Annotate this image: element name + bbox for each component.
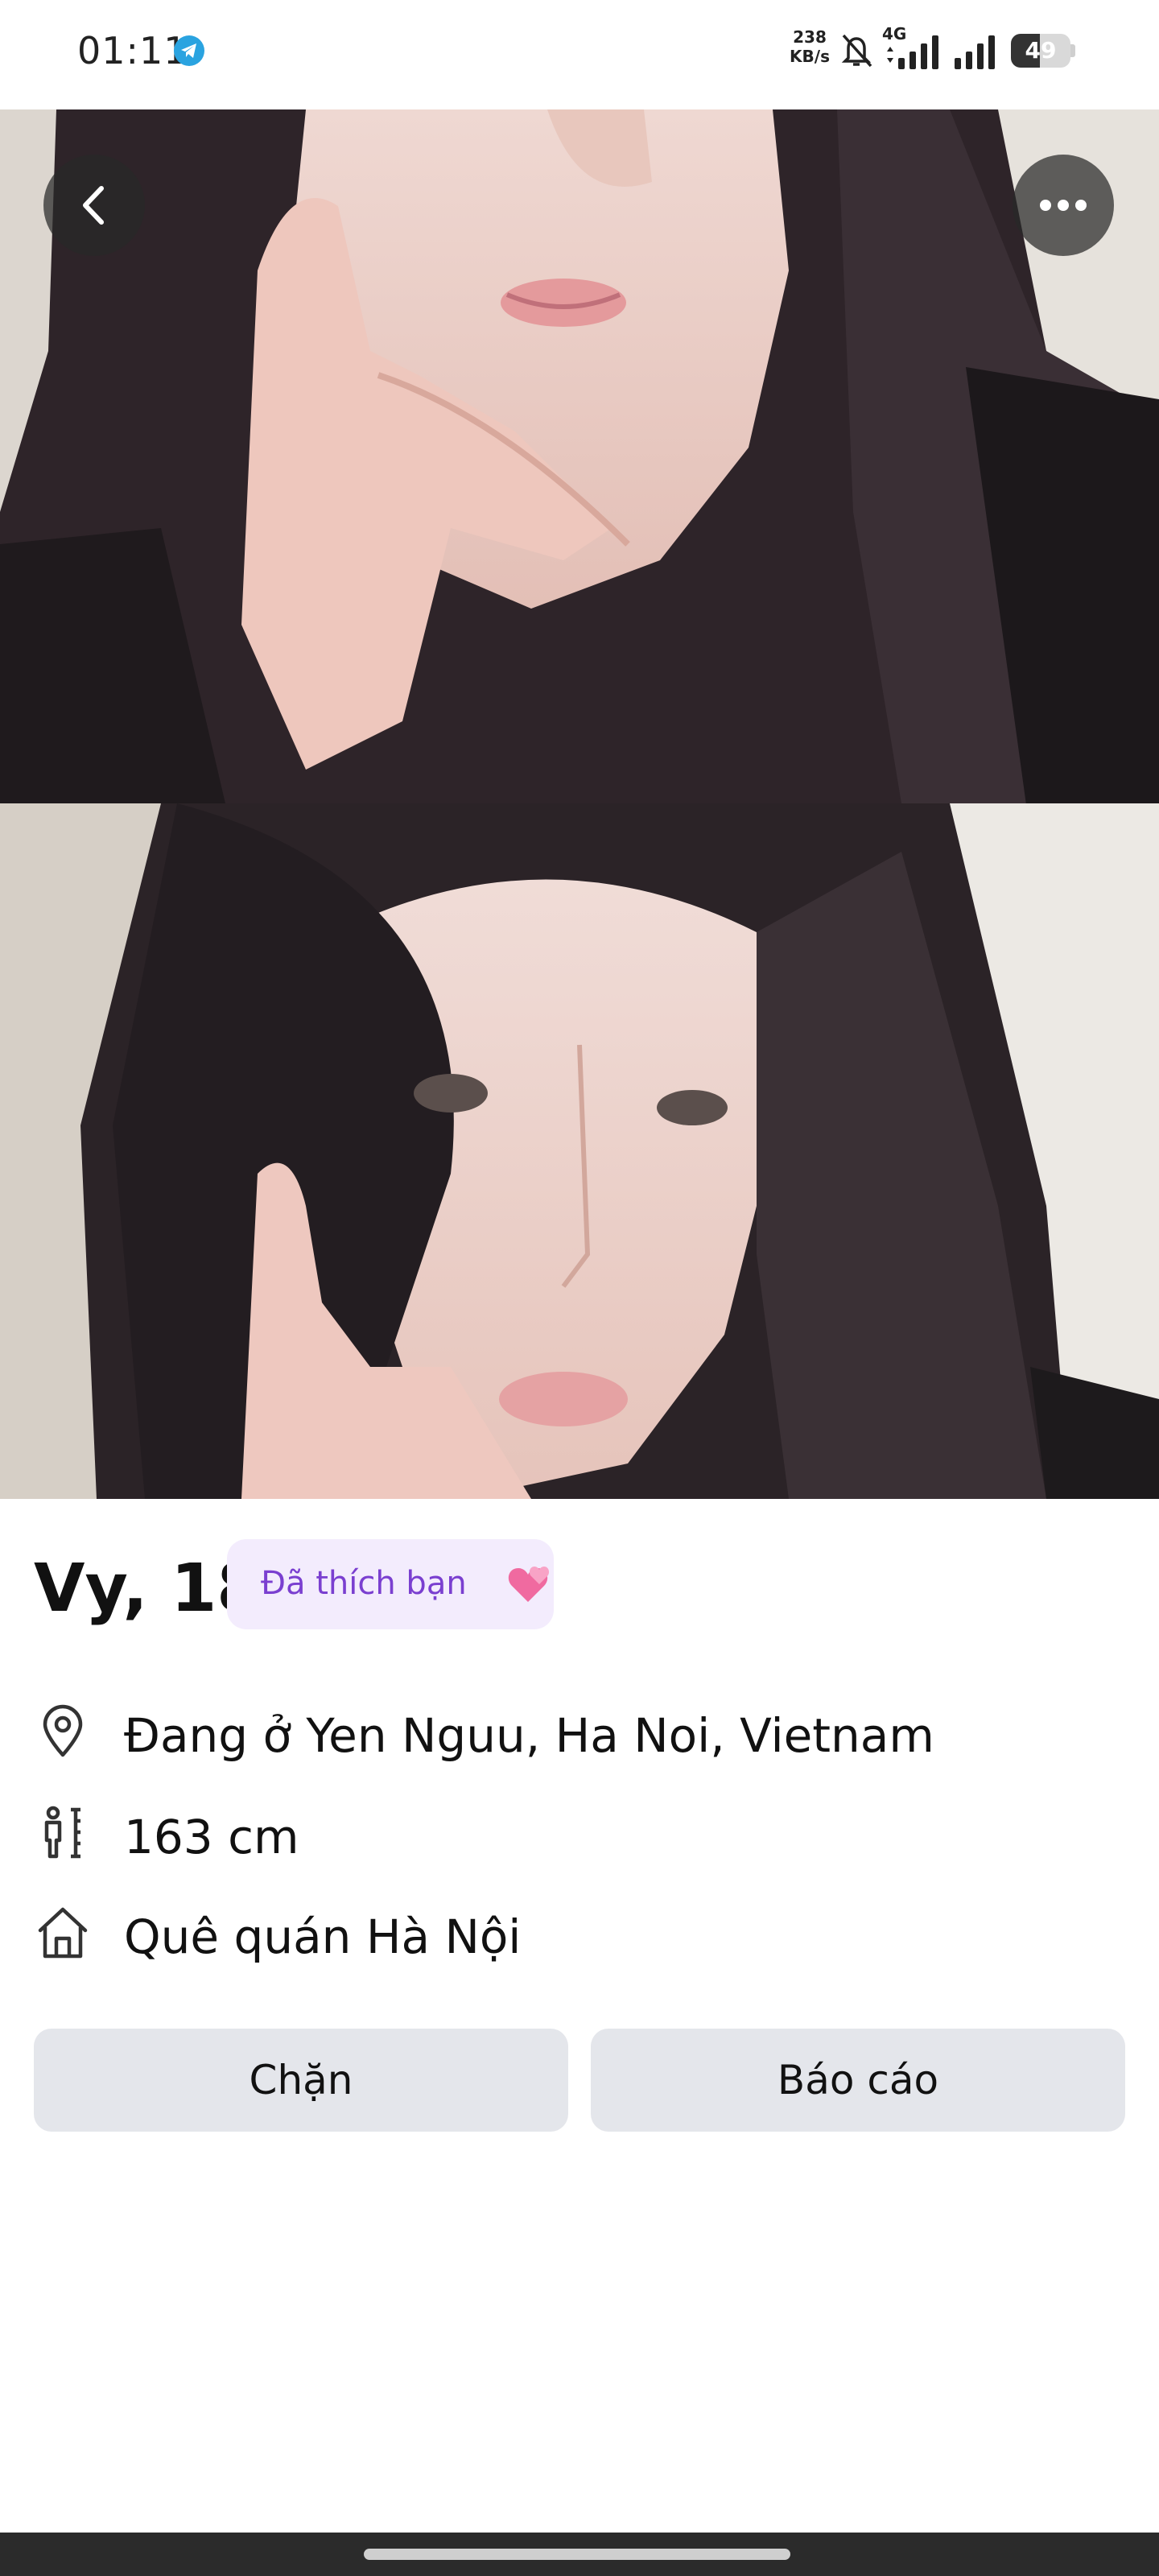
block-button[interactable]: Chặn: [34, 2029, 568, 2132]
more-options-button[interactable]: [1013, 155, 1114, 256]
network-speed-value: 238: [793, 27, 827, 47]
battery-tip: [1070, 44, 1075, 57]
location-text: Đang ở Yen Nguu, Ha Noi, Vietnam: [124, 1708, 934, 1763]
profile-header: Vy, 18 Đã thích bạn: [34, 1538, 1128, 1629]
signal-icon: [885, 34, 943, 72]
home-icon: [34, 1903, 92, 1961]
mute-bell-icon: [837, 31, 876, 72]
more-horizontal-icon: [1040, 200, 1087, 211]
profile-photo-1[interactable]: [0, 109, 1159, 803]
network-speed: 238 KB/s: [786, 27, 834, 66]
hometown-row: Quê quán Hà Nội: [34, 1892, 1128, 1972]
liked-you-label: Đã thích bạn: [261, 1565, 467, 1602]
hometown-text: Quê quán Hà Nội: [124, 1909, 522, 1964]
report-button[interactable]: Báo cáo: [591, 2029, 1125, 2132]
location-row: Đang ở Yen Nguu, Ha Noi, Vietnam: [34, 1690, 1128, 1771]
status-time: 01:11: [77, 29, 188, 72]
network-speed-unit: KB/s: [790, 47, 830, 66]
profile-photo-2[interactable]: [0, 803, 1159, 1499]
system-navigation-bar: [0, 2533, 1159, 2576]
battery-body: 49: [1011, 34, 1070, 68]
telegram-icon: [174, 35, 204, 66]
battery-icon: 49: [1011, 34, 1075, 68]
battery-level: 49: [1025, 37, 1057, 64]
back-button[interactable]: [43, 155, 145, 256]
two-hearts-icon: [504, 1562, 552, 1610]
location-pin-icon: [34, 1702, 92, 1760]
home-gesture-handle[interactable]: [364, 2549, 790, 2560]
height-row: 163 cm: [34, 1792, 1128, 1872]
liked-you-badge: Đã thích bạn: [227, 1539, 554, 1629]
chevron-left-icon: [83, 186, 104, 225]
status-bar: 01:11 238 KB/s 4G 49: [0, 0, 1159, 109]
height-icon: [34, 1803, 92, 1861]
height-text: 163 cm: [124, 1810, 299, 1864]
signal-icon: [955, 34, 1000, 72]
